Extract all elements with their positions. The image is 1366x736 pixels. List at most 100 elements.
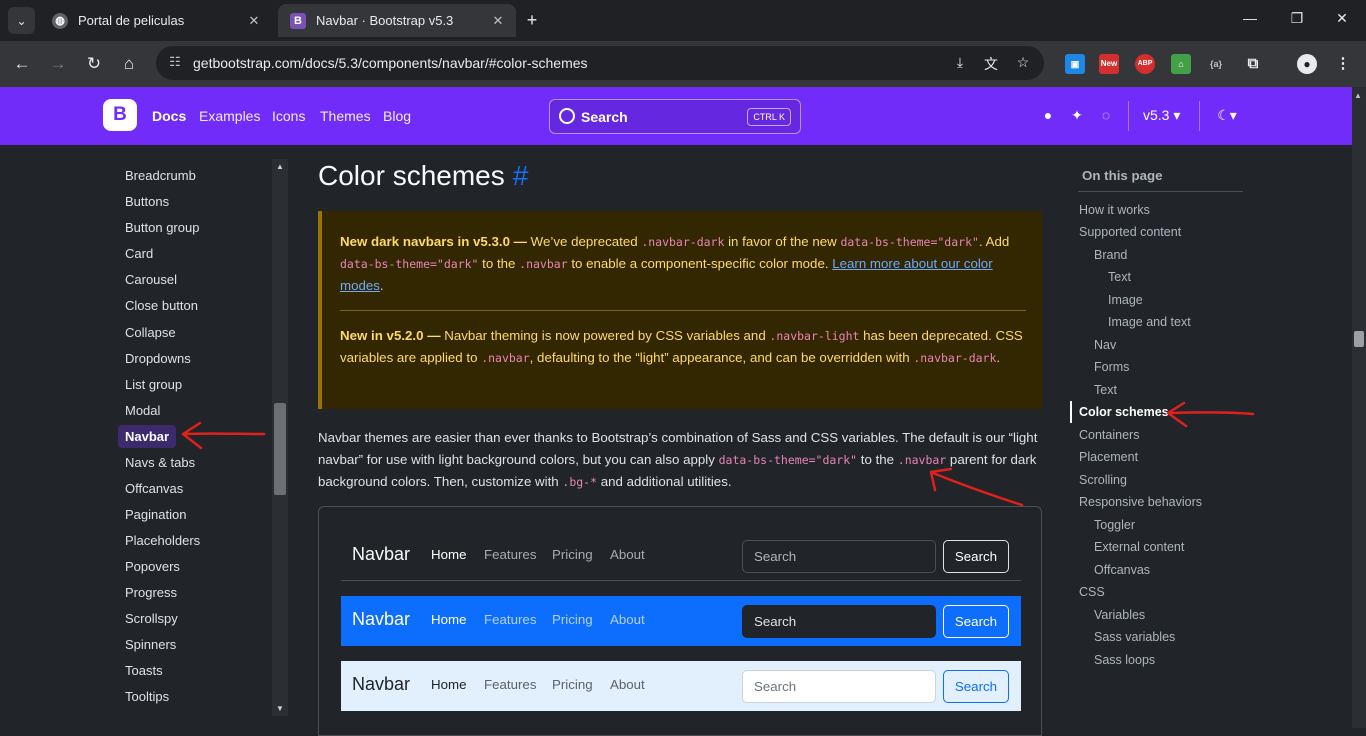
extensions-puzzle-icon[interactable]: ⧉ <box>1243 54 1263 74</box>
nav-docs[interactable]: Docs <box>152 108 186 124</box>
sidebar-item[interactable]: Collapse <box>125 325 176 340</box>
tab-search-button[interactable]: ⌄ <box>8 7 35 34</box>
docs-search-button[interactable]: Search CTRL K <box>549 99 801 134</box>
toc-item[interactable]: Text <box>1094 383 1117 397</box>
scroll-down-icon[interactable]: ▼ <box>272 704 288 713</box>
anchor-link[interactable]: # <box>513 160 529 191</box>
demo-link-home[interactable]: Home <box>431 612 466 627</box>
close-icon[interactable]: ✕ <box>244 13 264 29</box>
forward-icon[interactable]: → <box>47 53 69 75</box>
toc-item[interactable]: Text <box>1108 270 1131 284</box>
toc-item[interactable]: Sass loops <box>1094 653 1155 667</box>
demo-search-button[interactable]: Search <box>943 605 1009 638</box>
browser-tab[interactable]: ◍ Portal de peliculas ✕ <box>40 4 272 37</box>
scrollbar-thumb[interactable] <box>274 403 286 495</box>
sidebar-item[interactable]: Pagination <box>125 507 186 522</box>
demo-link-about[interactable]: About <box>610 677 645 692</box>
toc-item[interactable]: Sass variables <box>1094 630 1175 644</box>
toc-item[interactable]: Scrolling <box>1079 473 1127 487</box>
toc-item[interactable]: Image <box>1108 293 1143 307</box>
scroll-up-icon[interactable]: ▲ <box>1354 91 1362 100</box>
demo-link-home[interactable]: Home <box>431 677 466 692</box>
back-icon[interactable]: ← <box>11 53 33 75</box>
twitter-icon[interactable]: ✦ <box>1068 107 1086 124</box>
sidebar-item[interactable]: Popovers <box>125 559 180 574</box>
toc-item[interactable]: Nav <box>1094 338 1116 352</box>
extension-new-icon[interactable]: New <box>1099 54 1119 74</box>
sidebar-item[interactable]: Spinners <box>125 637 176 652</box>
demo-link-features[interactable]: Features <box>484 547 536 562</box>
sidebar-item[interactable]: Dropdowns <box>125 351 191 366</box>
opencollective-icon[interactable]: ◌ <box>1097 107 1115 123</box>
adblock-icon[interactable]: ABP <box>1135 54 1155 74</box>
version-dropdown[interactable]: v5.3 ▾ <box>1143 107 1180 124</box>
page-scrollbar[interactable]: ▲ <box>1352 87 1366 728</box>
sidebar-item[interactable]: Close button <box>125 298 198 313</box>
sidebar-item-navbar-active[interactable]: Navbar <box>118 425 177 448</box>
toc-item[interactable]: CSS <box>1079 585 1105 599</box>
toc-item[interactable]: External content <box>1094 540 1184 554</box>
sidebar-item[interactable]: Button group <box>125 220 199 235</box>
github-icon[interactable]: ● <box>1039 107 1057 123</box>
demo-link-pricing[interactable]: Pricing <box>552 612 593 627</box>
sidebar-item[interactable]: Buttons <box>125 194 169 209</box>
toc-item-active[interactable]: Color schemes <box>1079 405 1169 419</box>
sidebar-item[interactable]: Tooltips <box>125 689 169 704</box>
sidebar-item[interactable]: Card <box>125 246 153 261</box>
toc-item[interactable]: Placement <box>1079 450 1138 464</box>
demo-link-about[interactable]: About <box>610 547 645 562</box>
new-tab-button[interactable]: + <box>520 8 544 32</box>
demo-link-features[interactable]: Features <box>484 677 536 692</box>
toc-item[interactable]: How it works <box>1079 203 1150 217</box>
menu-kebab-icon[interactable]: ⋮ <box>1333 54 1353 74</box>
demo-link-about[interactable]: About <box>610 612 645 627</box>
nav-icons[interactable]: Icons <box>272 108 305 124</box>
toc-item[interactable]: Containers <box>1079 428 1139 442</box>
maximize-icon[interactable]: ❐ <box>1285 10 1309 27</box>
demo-search-button[interactable]: Search <box>943 670 1009 703</box>
browser-tab-active[interactable]: B Navbar · Bootstrap v5.3 ✕ <box>278 4 516 37</box>
scroll-up-icon[interactable]: ▲ <box>272 162 288 171</box>
reload-icon[interactable]: ↻ <box>83 53 105 75</box>
scrollbar-thumb[interactable] <box>1354 331 1364 347</box>
sidebar-item[interactable]: Offcanvas <box>125 481 183 496</box>
toc-item[interactable]: Image and text <box>1108 315 1191 329</box>
translate-icon[interactable]: 文 <box>982 54 1000 72</box>
extension-icon[interactable]: {a} <box>1206 54 1226 74</box>
bootstrap-logo[interactable]: B <box>103 99 137 131</box>
nav-blog[interactable]: Blog <box>383 108 411 124</box>
profile-avatar[interactable]: ● <box>1297 54 1317 74</box>
close-window-icon[interactable]: ✕ <box>1330 10 1354 27</box>
site-info-icon[interactable]: ☷ <box>166 54 184 72</box>
sidebar-item[interactable]: Toasts <box>125 663 163 678</box>
sidebar-scrollbar[interactable]: ▲ ▼ <box>272 159 288 716</box>
demo-brand[interactable]: Navbar <box>352 544 410 565</box>
sidebar-item[interactable]: Modal <box>125 403 160 418</box>
close-icon[interactable]: ✕ <box>488 13 508 29</box>
sidebar-item[interactable]: Navs & tabs <box>125 455 195 470</box>
demo-search-button[interactable]: Search <box>943 540 1009 573</box>
bookmark-star-icon[interactable]: ☆ <box>1014 54 1032 72</box>
demo-search-input[interactable]: Search <box>742 605 936 638</box>
extension-icon[interactable]: ⌂ <box>1171 54 1191 74</box>
theme-toggle-moon-icon[interactable]: ☾▾ <box>1213 107 1241 124</box>
demo-link-features[interactable]: Features <box>484 612 536 627</box>
sidebar-item[interactable]: Placeholders <box>125 533 200 548</box>
nav-themes[interactable]: Themes <box>320 108 371 124</box>
toc-item[interactable]: Toggler <box>1094 518 1135 532</box>
toc-item[interactable]: Offcanvas <box>1094 563 1150 577</box>
demo-link-home[interactable]: Home <box>431 547 466 562</box>
sidebar-item[interactable]: Scrollspy <box>125 611 178 626</box>
home-icon[interactable]: ⌂ <box>118 53 140 75</box>
demo-search-input[interactable]: Search <box>742 670 936 703</box>
demo-link-pricing[interactable]: Pricing <box>552 547 593 562</box>
minimize-icon[interactable]: — <box>1238 10 1262 26</box>
sidebar-item[interactable]: Progress <box>125 585 177 600</box>
sidebar-item[interactable]: Carousel <box>125 272 177 287</box>
address-bar[interactable]: ☷ getbootstrap.com/docs/5.3/components/n… <box>156 46 1044 80</box>
sidebar-item[interactable]: List group <box>125 377 182 392</box>
demo-brand[interactable]: Navbar <box>352 609 410 630</box>
demo-brand[interactable]: Navbar <box>352 674 410 695</box>
toc-item[interactable]: Responsive behaviors <box>1079 495 1202 509</box>
toc-item[interactable]: Supported content <box>1079 225 1181 239</box>
